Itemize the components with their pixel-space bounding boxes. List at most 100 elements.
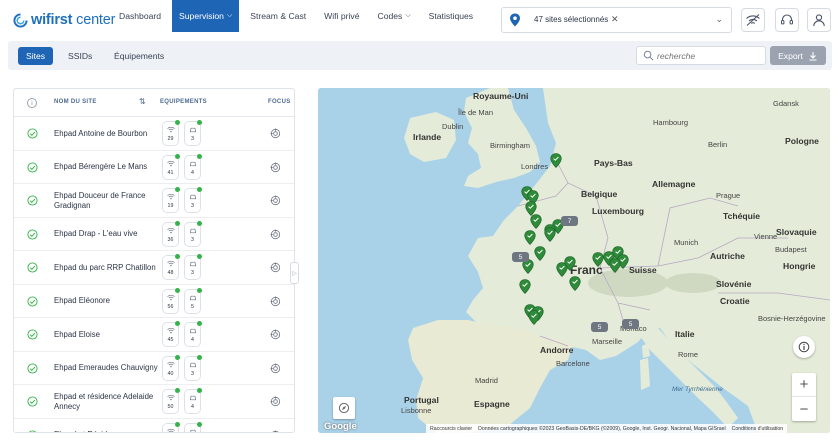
focus-target-icon[interactable] (270, 128, 281, 139)
access-points-badge: 56 (162, 287, 180, 314)
nav-codes[interactable]: Codes ⌵ (371, 0, 418, 32)
focus-target-icon[interactable] (270, 161, 281, 173)
focus-target-icon[interactable] (270, 329, 281, 340)
focus-target-icon[interactable] (270, 195, 281, 206)
site-name[interactable]: Ehpad Eléonore (54, 285, 160, 318)
gateways-badge: 4 (184, 321, 202, 347)
cluster-badge[interactable]: 7 (561, 216, 578, 226)
nav-statistiques[interactable]: Statistiques (422, 0, 480, 32)
status-ok-icon (28, 429, 37, 432)
map-label: Budapest (775, 245, 807, 254)
collapse-panel-handle[interactable]: ▷ (290, 262, 299, 284)
zoom-out-button[interactable]: − (792, 397, 816, 421)
clear-selection-icon[interactable]: ✕ (611, 14, 619, 25)
map-label: Allemagne (652, 179, 696, 189)
cluster-badge[interactable]: 5 (591, 322, 608, 332)
table-row[interactable]: Ehpad Douceur de France Gradignan 19 3 (14, 184, 294, 218)
sort-icon[interactable]: ⇅ (139, 97, 146, 106)
map-info-button[interactable] (793, 336, 815, 358)
search-input[interactable] (657, 49, 761, 63)
compass-icon (338, 402, 350, 414)
user-icon (813, 14, 825, 27)
site-marker-icon[interactable] (550, 153, 562, 168)
table-row[interactable]: Ehpad Eloise 45 4 (14, 318, 294, 352)
nav-stream-cast[interactable]: Stream & Cast (243, 0, 313, 32)
user-menu-button[interactable] (807, 8, 831, 32)
site-name[interactable]: Ehpad Emeraudes Chauvigny (54, 352, 160, 385)
gateways-badge: 4 (184, 153, 202, 180)
table-row[interactable]: Ehpad Bérengère Le Mans 41 4 (14, 151, 294, 184)
map-label: Gdansk (773, 99, 799, 108)
gateways-badge: 4 (184, 388, 202, 414)
access-points-count: 56 (167, 303, 174, 310)
site-name[interactable]: Ehpad Douceur de France Gradignan (54, 184, 160, 217)
gateways-badge: 3 (184, 354, 202, 381)
table-row[interactable]: Ehpad du parc RRP Chatillon 48 3 (14, 251, 294, 285)
export-button[interactable]: Export (770, 46, 826, 65)
focus-target-icon[interactable] (270, 396, 281, 407)
map-label: Andorre (540, 345, 574, 355)
site-name[interactable]: Ehpad et résidence Adelaide Annecy (54, 385, 160, 418)
site-marker-icon[interactable] (569, 276, 581, 291)
nav-wifi-prive[interactable]: Wifi privé (317, 0, 366, 32)
access-points-badge: 41 (162, 153, 180, 180)
site-name[interactable]: Ehpad Bérengère Le Mans (54, 151, 160, 184)
site-name[interactable]: Ehpad Drap - L'eau vive (54, 218, 160, 251)
tab-ssids[interactable]: SSIDs (60, 47, 100, 65)
cluster-badge[interactable]: 5 (622, 319, 639, 329)
sites-map[interactable]: Royaume-Uni Île de Man Irlande Dublin Bi… (318, 88, 830, 433)
focus-target-icon[interactable] (270, 228, 281, 240)
table-row[interactable]: Ehpad Drap - L'eau vive 36 3 (14, 218, 294, 251)
table-row[interactable]: Ehpad Emeraudes Chauvigny 40 3 (14, 352, 294, 385)
site-selector[interactable]: 47 sites sélectionnés ✕ ⌄ (501, 7, 732, 33)
focus-target-icon[interactable] (270, 262, 281, 273)
streetview-button[interactable] (333, 397, 355, 419)
table-row[interactable]: Ehpad Eléonore 56 5 (14, 285, 294, 318)
map-label: Dublin (442, 122, 464, 131)
site-marker-icon[interactable] (524, 230, 536, 245)
site-marker-icon[interactable] (564, 256, 576, 271)
site-name[interactable]: Ehpad du parc RRP Chatillon (54, 251, 160, 284)
nav-dashboard[interactable]: Dashboard (112, 0, 168, 32)
site-marker-icon[interactable] (528, 310, 540, 325)
status-dot (175, 254, 180, 259)
access-points-badge: 40 (162, 354, 180, 381)
table-row[interactable]: Ehpad et résidence Adelaide Annecy 50 4 (14, 385, 294, 419)
focus-target-icon[interactable] (270, 429, 281, 434)
site-name[interactable]: Ehpad Eloise (54, 318, 160, 351)
chevron-down-icon[interactable]: ⌄ (715, 14, 723, 25)
site-marker-icon[interactable] (530, 214, 542, 229)
focus-target-icon[interactable] (270, 295, 281, 307)
info-icon[interactable]: i (27, 98, 37, 108)
terms-link[interactable]: Conditions d'utilisation (732, 426, 783, 432)
keyboard-shortcuts-link[interactable]: Raccourcis clavier (430, 426, 472, 432)
site-name[interactable]: Ehpad Antoine de Bourbon (54, 117, 160, 150)
map-pin-icon (510, 13, 520, 27)
status-dot (197, 354, 202, 360)
brand-name: wifirst center (31, 12, 116, 28)
search-box[interactable] (636, 46, 766, 65)
gateways-badge (184, 421, 202, 432)
tab-sites[interactable]: Sites (18, 47, 54, 65)
table-row[interactable]: Ehpad Antoine de Bourbon 29 3 (14, 117, 294, 151)
headset-icon (781, 14, 794, 25)
table-row[interactable]: Ehpad et Résidence (14, 419, 294, 434)
brand-logo[interactable]: wifirst center (13, 10, 115, 30)
cluster-badge[interactable]: 5 (512, 252, 529, 262)
map-label: Belgique (581, 189, 618, 199)
site-marker-icon[interactable] (519, 279, 531, 294)
zoom-in-button[interactable]: + (792, 373, 816, 397)
site-marker-icon[interactable] (544, 227, 556, 242)
wifi-off-button[interactable] (741, 8, 765, 32)
access-points-count: 40 (167, 370, 174, 377)
site-marker-icon[interactable] (534, 246, 546, 261)
site-marker-icon[interactable] (609, 258, 621, 273)
access-points-badge: 36 (162, 220, 180, 247)
map-label: Barcelone (556, 359, 590, 368)
site-name[interactable]: Ehpad et Résidence (54, 419, 160, 432)
column-header-name[interactable]: NOM DU SITE (54, 99, 97, 105)
nav-supervision[interactable]: Supervision ⌵ (172, 0, 240, 32)
focus-target-icon[interactable] (270, 362, 281, 374)
tab-equipements[interactable]: Équipements (106, 47, 172, 65)
support-button[interactable] (775, 8, 799, 32)
